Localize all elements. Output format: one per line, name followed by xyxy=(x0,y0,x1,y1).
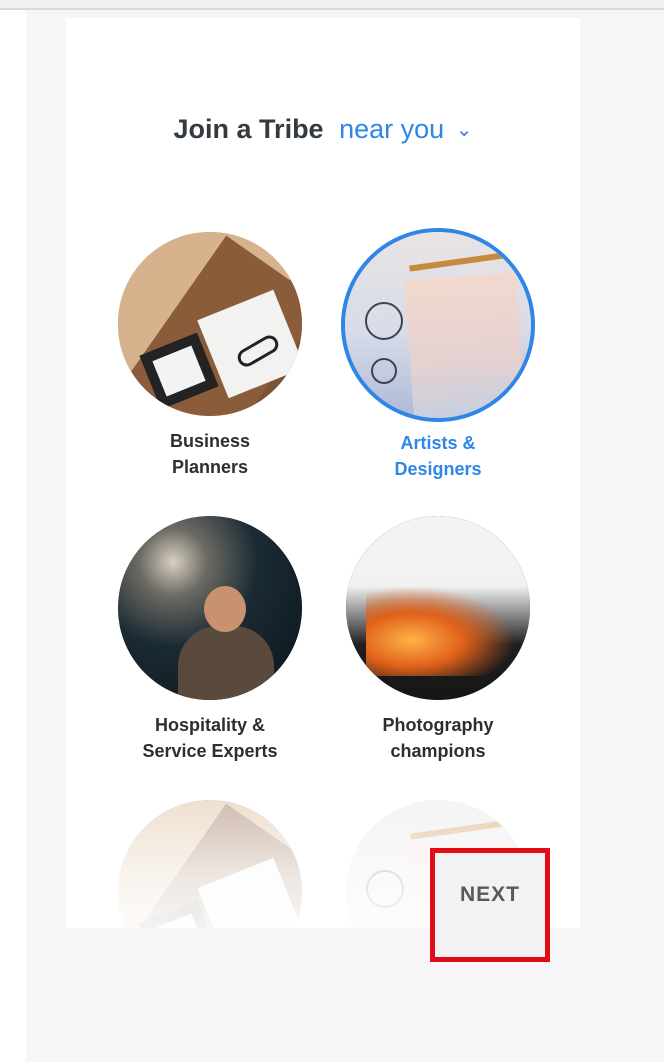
left-gutter xyxy=(0,10,26,1062)
page: Join a Tribe near you ⌄ Business Planner… xyxy=(0,0,664,1062)
location-selector-label: near you xyxy=(339,114,445,144)
title-text: Join a Tribe xyxy=(173,114,324,144)
tribe-hospitality-service[interactable]: Hospitality & Service Experts xyxy=(110,516,310,764)
top-divider xyxy=(0,0,664,10)
tribe-picker-card: Join a Tribe near you ⌄ Business Planner… xyxy=(66,18,580,928)
location-selector[interactable]: near you ⌄ xyxy=(339,114,472,144)
next-button-label: NEXT xyxy=(459,883,520,906)
tribe-image-artists-designers xyxy=(345,232,531,418)
tribe-label: Photography champions xyxy=(382,715,494,761)
next-button[interactable]: NEXT xyxy=(430,848,550,962)
page-title: Join a Tribe near you ⌄ xyxy=(66,114,580,145)
chevron-down-icon: ⌄ xyxy=(455,119,473,141)
tribe-image-hospitality xyxy=(118,516,302,700)
tribe-label: Hospitality & Service Experts xyxy=(142,715,278,761)
tribe-image-business-planners xyxy=(118,232,302,416)
tribe-business-planners[interactable]: Business Planners xyxy=(110,232,310,480)
tribe-photography-champions[interactable]: Photography champions xyxy=(338,516,538,764)
tribe-image-photography xyxy=(346,516,530,700)
tribe-label-selected: Artists & Designers xyxy=(394,433,482,479)
tribe-label: Business Planners xyxy=(169,431,251,477)
tribe-artists-designers[interactable]: Artists & Designers xyxy=(338,232,538,482)
